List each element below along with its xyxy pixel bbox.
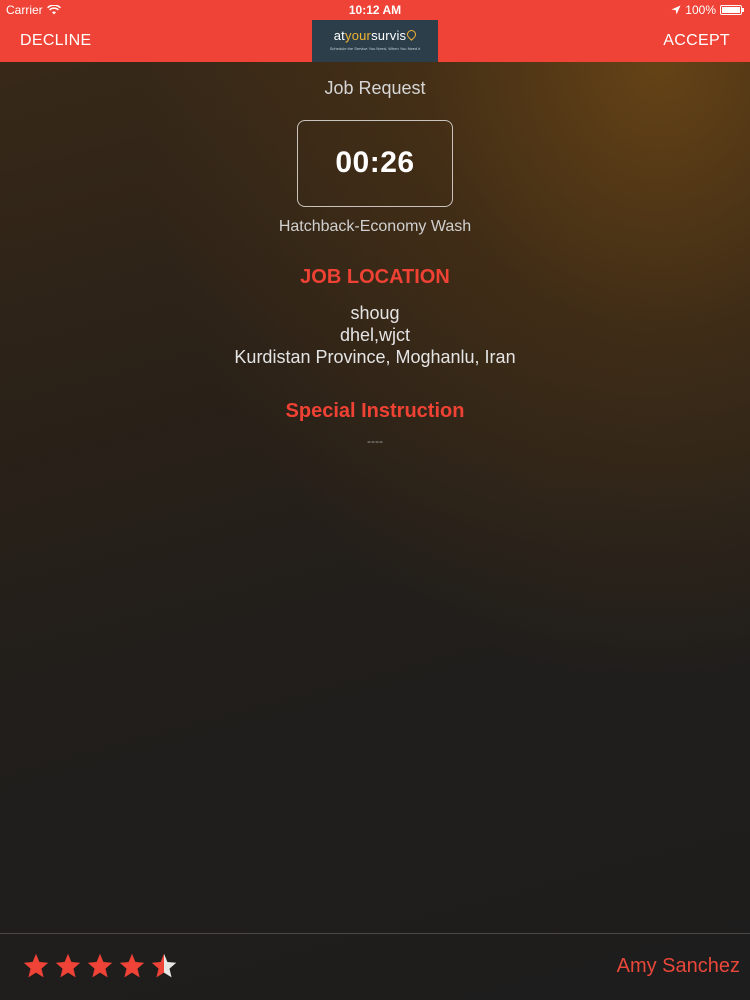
- location-arrow-icon: [671, 5, 681, 15]
- battery-icon: [720, 5, 744, 15]
- address-line: dhel,wjct: [339, 325, 411, 345]
- logo-tagline: Schedule the Service You Need, When You …: [329, 46, 421, 51]
- status-right-group: 100%: [671, 3, 744, 17]
- customer-rating: [22, 952, 178, 980]
- map-pin-icon: [405, 28, 419, 41]
- countdown-timer: 00:26: [297, 120, 453, 207]
- star-icon: [87, 953, 113, 978]
- battery-percent: 100%: [685, 3, 716, 17]
- job-request-screen: Carrier 10:12 AM 100% DECLINE atyoursurv…: [0, 0, 750, 1000]
- special-instruction-heading: Special Instruction: [285, 400, 465, 422]
- star-icon: [23, 953, 49, 978]
- accept-button[interactable]: ACCEPT: [663, 32, 730, 50]
- logo-accent: your: [345, 28, 372, 43]
- customer-name: Amy Sanchez: [616, 955, 740, 977]
- address-line: shoug: [350, 303, 400, 323]
- special-instruction-text: ----: [367, 434, 383, 448]
- job-location-heading: JOB LOCATION: [300, 266, 450, 288]
- logo-prefix: at: [333, 28, 345, 43]
- star-icon: [119, 953, 145, 978]
- logo-wordmark: atyoursurvis: [312, 28, 438, 43]
- service-name: Hatchback-Economy Wash: [278, 218, 472, 235]
- status-bar: Carrier 10:12 AM 100%: [0, 0, 750, 20]
- decline-button[interactable]: DECLINE: [20, 32, 91, 50]
- app-logo: atyoursurvis Schedule the Service You Ne…: [312, 20, 438, 62]
- star-icon: [55, 953, 81, 978]
- status-time: 10:12 AM: [348, 3, 402, 17]
- address-line: Kurdistan Province, Moghanlu, Iran: [234, 347, 516, 367]
- star-icon: [151, 953, 177, 978]
- page-title: Job Request: [324, 78, 426, 98]
- top-bar: Carrier 10:12 AM 100% DECLINE atyoursurv…: [0, 0, 750, 62]
- logo-suffix: survis: [371, 28, 407, 43]
- footer-divider: [0, 933, 750, 934]
